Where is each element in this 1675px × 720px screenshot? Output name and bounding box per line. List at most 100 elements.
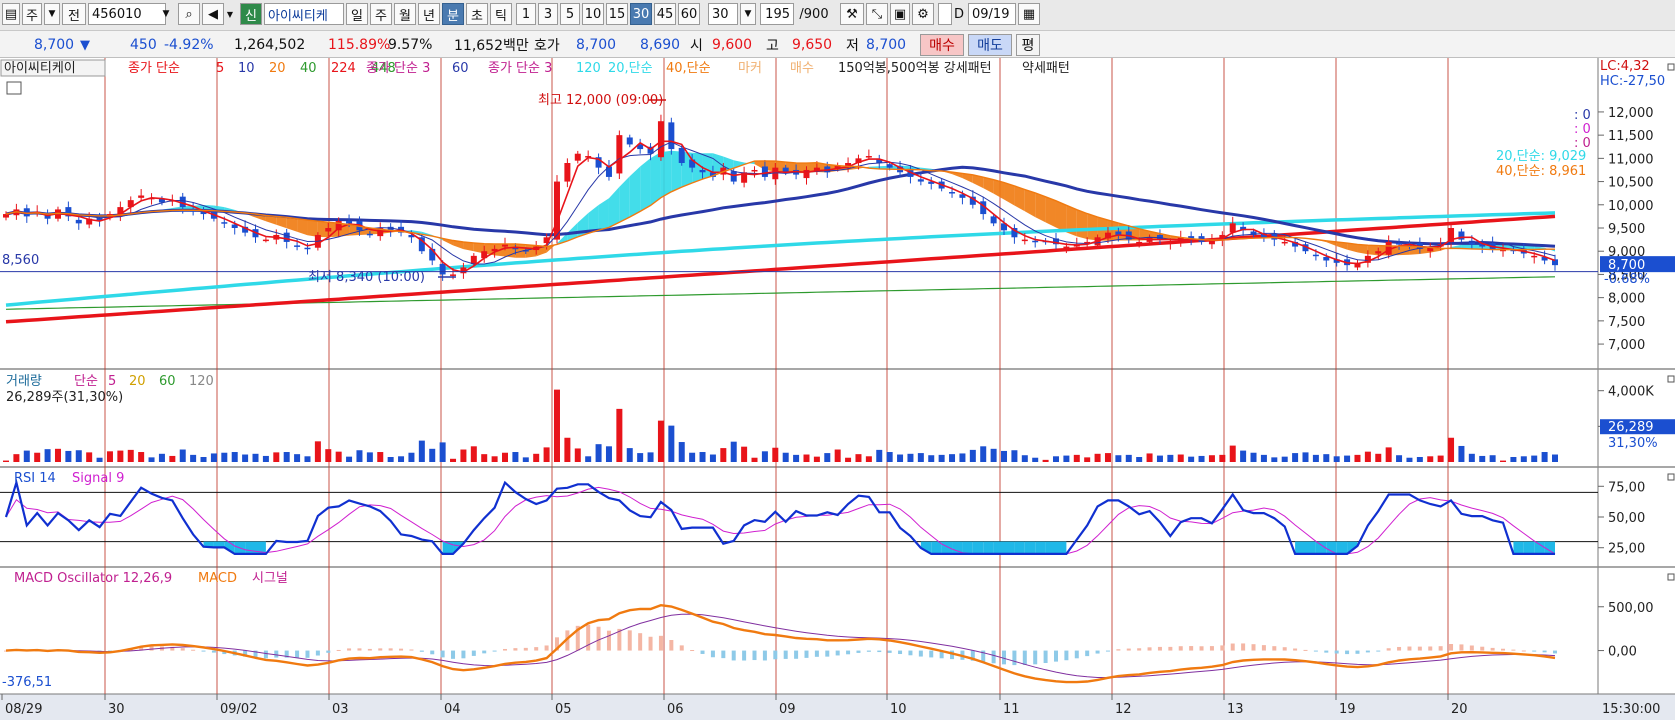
- volume-bar[interactable]: [283, 452, 290, 462]
- volume-bar[interactable]: [668, 425, 675, 462]
- candle-body[interactable]: [1375, 251, 1382, 254]
- volume-bar[interactable]: [533, 453, 540, 462]
- volume-bar[interactable]: [1416, 457, 1423, 462]
- candle-body[interactable]: [221, 222, 228, 224]
- volume-bar[interactable]: [210, 453, 217, 462]
- volume-bar[interactable]: [1219, 454, 1226, 462]
- volume-bar[interactable]: [1406, 457, 1413, 462]
- volume-bar[interactable]: [1531, 455, 1538, 462]
- volume-bar[interactable]: [1271, 457, 1278, 462]
- volume-bar[interactable]: [1489, 455, 1496, 462]
- volume-bar[interactable]: [470, 446, 477, 462]
- volume-bar[interactable]: [460, 449, 467, 462]
- period-button-2[interactable]: 월: [394, 3, 416, 25]
- volume-bar[interactable]: [106, 451, 113, 462]
- volume-bar[interactable]: [543, 447, 550, 462]
- candle-body[interactable]: [668, 122, 675, 150]
- volume-bar[interactable]: [1437, 455, 1444, 462]
- volume-bar[interactable]: [377, 452, 384, 462]
- volume-bar[interactable]: [1396, 455, 1403, 462]
- volume-bar[interactable]: [1448, 437, 1455, 462]
- period-button-5[interactable]: 초: [466, 3, 488, 25]
- volume-bar[interactable]: [761, 451, 768, 462]
- volume-bar[interactable]: [190, 454, 197, 462]
- candle-body[interactable]: [626, 137, 633, 145]
- interval-button-3[interactable]: 10: [582, 3, 604, 25]
- volume-bar[interactable]: [1167, 454, 1174, 462]
- volume-bar[interactable]: [1344, 455, 1351, 462]
- prev-button[interactable]: 전: [62, 3, 86, 25]
- sell-button[interactable]: 매도: [968, 34, 1012, 56]
- candle-body[interactable]: [450, 274, 457, 276]
- volume-bar[interactable]: [917, 453, 924, 462]
- news-badge[interactable]: 신: [240, 3, 262, 25]
- volume-bar[interactable]: [1063, 455, 1070, 462]
- candle-body[interactable]: [470, 255, 477, 264]
- volume-bar[interactable]: [585, 456, 592, 462]
- volume-bar[interactable]: [1375, 453, 1382, 462]
- grid-toggle-icon[interactable]: [6, 81, 22, 95]
- volume-bar[interactable]: [1229, 445, 1236, 462]
- volume-bar[interactable]: [1302, 452, 1309, 462]
- volume-bar[interactable]: [54, 448, 61, 462]
- volume-bar[interactable]: [1240, 450, 1247, 462]
- candle-body[interactable]: [949, 192, 956, 194]
- volume-bar[interactable]: [366, 452, 373, 462]
- volume-bar[interactable]: [772, 447, 779, 462]
- volume-bar[interactable]: [1094, 453, 1101, 462]
- volume-bar[interactable]: [813, 456, 820, 462]
- volume-bar[interactable]: [626, 448, 633, 462]
- volume-bar[interactable]: [1281, 456, 1288, 462]
- volume-bar[interactable]: [730, 441, 737, 462]
- volume-bar[interactable]: [803, 454, 810, 462]
- volume-bar[interactable]: [751, 457, 758, 462]
- candle-body[interactable]: [1312, 254, 1319, 257]
- candle-body[interactable]: [283, 232, 290, 242]
- code-dropdown-icon[interactable]: ▼: [158, 3, 174, 25]
- volume-bar[interactable]: [169, 455, 176, 462]
- volume-bar[interactable]: [522, 457, 529, 462]
- interval-button-6[interactable]: 45: [654, 3, 676, 25]
- eval-button[interactable]: 평: [1016, 34, 1040, 56]
- volume-bar[interactable]: [13, 454, 20, 462]
- candle-body[interactable]: [865, 156, 872, 158]
- interval-input[interactable]: 30: [708, 3, 738, 25]
- volume-bar[interactable]: [1354, 454, 1361, 462]
- count-input[interactable]: 195: [760, 3, 794, 25]
- calendar-icon[interactable]: ▦: [1018, 3, 1040, 25]
- volume-bar[interactable]: [1073, 454, 1080, 462]
- volume-bar[interactable]: [564, 437, 571, 462]
- gear-icon[interactable]: ⚙: [912, 3, 934, 25]
- candle-body[interactable]: [990, 216, 997, 224]
- volume-bar[interactable]: [117, 450, 124, 462]
- interval-button-7[interactable]: 60: [678, 3, 700, 25]
- volume-bar[interactable]: [1104, 453, 1111, 462]
- volume-bar[interactable]: [1146, 453, 1153, 462]
- pane-toggle-icon[interactable]: [1667, 473, 1675, 481]
- candle-body[interactable]: [1531, 255, 1538, 258]
- interval-button-4[interactable]: 15: [606, 3, 628, 25]
- candle-body[interactable]: [75, 219, 82, 224]
- volume-bar[interactable]: [273, 452, 280, 462]
- volume-bar[interactable]: [439, 442, 446, 462]
- volume-bar[interactable]: [450, 458, 457, 462]
- candle-body[interactable]: [439, 263, 446, 275]
- candle-body[interactable]: [1136, 241, 1143, 244]
- volume-bar[interactable]: [387, 457, 394, 462]
- volume-bar[interactable]: [1021, 455, 1028, 462]
- volume-bar[interactable]: [1520, 456, 1527, 462]
- candle-body[interactable]: [1396, 243, 1403, 245]
- volume-bar[interactable]: [1292, 453, 1299, 462]
- volume-bar[interactable]: [75, 450, 82, 462]
- volume-bar[interactable]: [1333, 456, 1340, 462]
- candle-body[interactable]: [1468, 240, 1475, 245]
- chart-menu-icon[interactable]: ▤: [2, 3, 20, 25]
- volume-bar[interactable]: [907, 453, 914, 462]
- volume-bar[interactable]: [938, 454, 945, 462]
- volume-bar[interactable]: [148, 457, 155, 462]
- volume-bar[interactable]: [637, 453, 644, 462]
- period-button-0[interactable]: 일: [346, 3, 368, 25]
- candle-body[interactable]: [304, 247, 311, 250]
- volume-bar[interactable]: [44, 449, 51, 462]
- speaker-icon[interactable]: ◀: [202, 3, 224, 25]
